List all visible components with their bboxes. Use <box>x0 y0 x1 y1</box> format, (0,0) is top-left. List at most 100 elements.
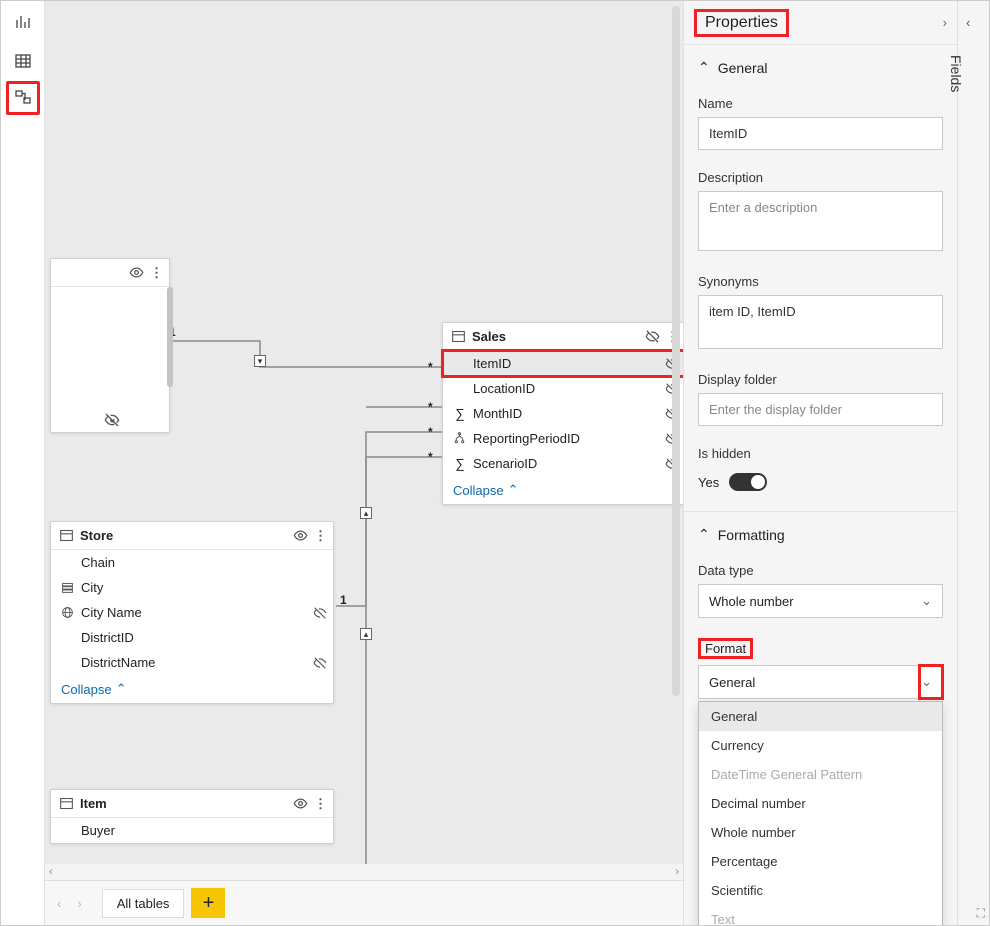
description-input[interactable] <box>698 191 943 251</box>
field-label: ScenarioID <box>473 456 537 471</box>
format-option[interactable]: Currency <box>699 731 942 760</box>
display-folder-input[interactable] <box>698 393 943 426</box>
sum-icon: ∑ <box>453 406 467 421</box>
field-buyer[interactable]: Buyer <box>51 818 333 843</box>
field-scenarioid[interactable]: ∑ScenarioID <box>443 451 683 476</box>
format-select[interactable]: General ⌄ <box>698 665 943 699</box>
section-label: Formatting <box>718 527 785 543</box>
card-scrollbar[interactable] <box>167 287 173 387</box>
format-option: DateTime General Pattern <box>699 760 942 789</box>
model-canvas[interactable]: 1 ▾ * * * * 1 ▴ ▴ ⋮ Sales ⋮ ItemID <box>45 1 683 925</box>
cardinality-many: * <box>428 450 433 464</box>
kebab-icon[interactable]: ⋮ <box>314 796 327 812</box>
scroll-left-icon[interactable]: ‹ <box>49 866 53 878</box>
section-label: General <box>718 60 768 76</box>
tab-prev-icon[interactable]: ‹ <box>51 896 67 911</box>
canvas-scrollbar[interactable] <box>672 6 680 696</box>
field-label: DistrictID <box>81 630 134 645</box>
eye-icon[interactable] <box>293 796 308 811</box>
field-label: DistrictName <box>81 655 155 670</box>
report-view-icon[interactable] <box>11 9 35 33</box>
hierarchy-icon <box>453 432 467 445</box>
table-card-sales[interactable]: Sales ⋮ ItemID LocationID ∑MonthID Repor… <box>442 322 683 505</box>
display-folder-label: Display folder <box>698 372 943 387</box>
field-locationid[interactable]: LocationID <box>443 376 683 401</box>
model-view-icon[interactable] <box>11 86 35 110</box>
card-title: Store <box>80 528 113 543</box>
chevron-left-icon[interactable]: ‹ <box>966 15 970 30</box>
relationship-arrow-icon: ▴ <box>360 628 372 640</box>
eye-off-icon[interactable] <box>645 329 660 344</box>
format-option[interactable]: General <box>699 702 942 731</box>
chevron-up-icon: ⌃ <box>116 681 127 697</box>
table-icon <box>59 528 74 543</box>
field-monthid[interactable]: ∑MonthID <box>443 401 683 426</box>
table-card-store[interactable]: Store ⋮ Chain City City Name DistrictID … <box>50 521 334 704</box>
eye-icon[interactable] <box>293 528 308 543</box>
kebab-icon[interactable]: ⋮ <box>314 528 327 544</box>
eye-off-icon[interactable] <box>313 606 327 620</box>
field-label: City Name <box>81 605 142 620</box>
format-option[interactable]: Scientific <box>699 876 942 905</box>
format-option[interactable]: Percentage <box>699 847 942 876</box>
general-section-toggle[interactable]: ⌃ General <box>684 45 957 90</box>
table-card-item[interactable]: Item ⋮ Buyer <box>50 789 334 844</box>
data-view-icon[interactable] <box>11 49 35 73</box>
name-label: Name <box>698 96 943 111</box>
chevron-up-icon: ⌃ <box>508 482 519 498</box>
fullscreen-icon[interactable]: ⛶ <box>977 906 985 921</box>
name-input[interactable] <box>698 117 943 150</box>
field-chain[interactable]: Chain <box>51 550 333 575</box>
formatting-section-toggle[interactable]: ⌃ Formatting <box>684 512 957 557</box>
table-card-partial[interactable]: ⋮ <box>50 258 170 433</box>
field-cityname[interactable]: City Name <box>51 600 333 625</box>
table-icon <box>59 796 74 811</box>
field-reportingperiodid[interactable]: ReportingPeriodID <box>443 426 683 451</box>
select-value: General <box>709 675 755 690</box>
view-rail <box>1 1 45 925</box>
field-label: City <box>81 580 103 595</box>
add-tab-button[interactable]: + <box>191 888 225 918</box>
properties-title: Properties <box>694 9 789 37</box>
field-itemid[interactable]: ItemID <box>443 351 683 376</box>
field-label: Chain <box>81 555 115 570</box>
globe-icon <box>61 606 75 619</box>
synonyms-label: Synonyms <box>698 274 943 289</box>
cardinality-one: 1 <box>340 593 347 607</box>
card-header[interactable]: Sales ⋮ <box>443 323 683 351</box>
fields-rail[interactable]: ‹ Fields ⛶ <box>957 1 989 925</box>
tab-all-tables[interactable]: All tables <box>102 889 185 918</box>
collapse-link[interactable]: Collapse⌃ <box>51 675 333 703</box>
field-city[interactable]: City <box>51 575 333 600</box>
canvas-h-scrollbar[interactable]: ‹ › <box>45 864 683 880</box>
chevron-up-icon: ⌃ <box>698 59 710 76</box>
card-header[interactable]: ⋮ <box>51 259 169 287</box>
field-label: LocationID <box>473 381 535 396</box>
kebab-icon[interactable]: ⋮ <box>150 265 163 281</box>
tab-next-icon[interactable]: › <box>71 896 87 911</box>
model-view-highlight <box>6 81 40 115</box>
scroll-right-icon[interactable]: › <box>675 866 679 878</box>
properties-header: Properties › <box>684 1 957 45</box>
field-districtid[interactable]: DistrictID <box>51 625 333 650</box>
format-option[interactable]: Whole number <box>699 818 942 847</box>
properties-panel: Properties › ⌃ General Name Description … <box>683 1 957 925</box>
collapse-link[interactable]: Collapse⌃ <box>443 476 683 504</box>
card-header[interactable]: Store ⋮ <box>51 522 333 550</box>
format-option: Text <box>699 905 942 925</box>
chevron-right-icon[interactable]: › <box>943 15 947 30</box>
is-hidden-toggle[interactable] <box>729 473 767 491</box>
chevron-down-icon: ⌄ <box>921 593 932 609</box>
eye-off-icon[interactable] <box>313 656 327 670</box>
format-dropdown[interactable]: GeneralCurrencyDateTime General PatternD… <box>698 701 943 925</box>
synonyms-input[interactable] <box>698 295 943 349</box>
field-districtname[interactable]: DistrictName <box>51 650 333 675</box>
select-value: Whole number <box>709 594 794 609</box>
fields-label: Fields <box>948 55 964 92</box>
card-title: Item <box>80 796 107 811</box>
eye-icon[interactable] <box>129 265 144 280</box>
card-header[interactable]: Item ⋮ <box>51 790 333 818</box>
format-option[interactable]: Decimal number <box>699 789 942 818</box>
cardinality-many: * <box>428 360 433 374</box>
data-type-select[interactable]: Whole number ⌄ <box>698 584 943 618</box>
